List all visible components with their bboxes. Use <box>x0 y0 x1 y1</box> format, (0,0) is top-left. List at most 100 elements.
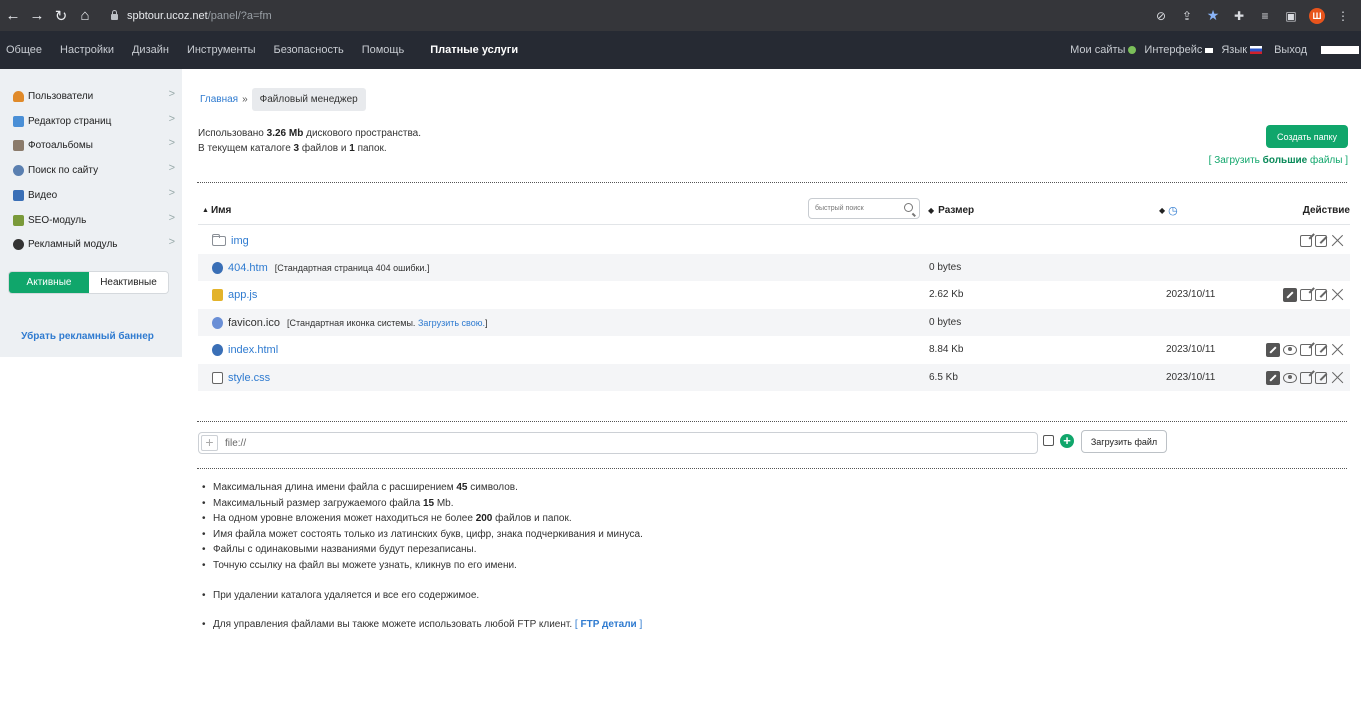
rules-list: Максимальная длина имени файла с расшире… <box>202 480 643 633</box>
file-name-link[interactable]: img <box>231 235 249 247</box>
file-name-link[interactable]: app.js <box>228 289 257 301</box>
bookmark-star-icon[interactable]: ★ <box>1205 7 1221 24</box>
rename-icon[interactable] <box>1315 343 1327 356</box>
share-icon[interactable]: ⇪ <box>1179 8 1195 24</box>
breadcrumb-current: Файловый менеджер <box>251 88 366 111</box>
rename-icon[interactable] <box>1315 234 1327 247</box>
list-item: На одном уровне вложения может находитьс… <box>202 511 643 527</box>
note-bold: 200 <box>475 513 493 525</box>
extensions-icon[interactable]: ✚ <box>1231 8 1247 24</box>
add-field-icon[interactable]: + <box>1060 434 1074 448</box>
menu-settings[interactable]: Настройки <box>60 44 114 56</box>
profile-avatar[interactable]: Ш <box>1309 7 1325 24</box>
seo-icon <box>13 214 24 226</box>
sidebar-item-page-editor[interactable]: Редактор страниц > <box>13 113 177 129</box>
file-upload-field[interactable]: + file:// <box>198 432 1038 454</box>
file-name-link[interactable]: style.css <box>228 372 270 384</box>
chevron-right-icon: > <box>168 212 175 224</box>
column-date-header[interactable]: ◆ ◷ <box>1159 195 1178 225</box>
edit-icon[interactable] <box>1266 370 1280 385</box>
forward-icon[interactable]: → <box>26 5 48 27</box>
rename-icon[interactable] <box>1315 288 1327 301</box>
column-size-label: Размер <box>938 204 975 216</box>
sidebar-item-label: Видео <box>28 189 58 201</box>
open-external-icon[interactable] <box>1300 234 1312 247</box>
interface-link[interactable]: Интерфейс <box>1144 44 1214 56</box>
user-name-box[interactable] <box>1321 46 1359 54</box>
chevron-right-icon: > <box>168 88 175 100</box>
ftp-details-link[interactable]: FTP детали <box>580 619 636 630</box>
menu-tools[interactable]: Инструменты <box>187 44 256 56</box>
reload-icon[interactable]: ↻ <box>50 5 72 27</box>
menu-security[interactable]: Безопасность <box>274 44 344 56</box>
delete-icon[interactable] <box>1330 343 1344 357</box>
eye-off-icon[interactable]: ⊘ <box>1153 8 1169 24</box>
file-size: 0 bytes <box>929 317 962 328</box>
used-space: 3.26 Mb <box>266 128 304 139</box>
file-picker-icon[interactable]: + <box>201 435 218 451</box>
remove-banner-link[interactable]: Убрать рекламный баннер <box>0 331 175 342</box>
globe-icon <box>1128 46 1137 55</box>
delete-icon[interactable] <box>1330 371 1344 385</box>
divider <box>197 182 1347 183</box>
menu-help[interactable]: Помощь <box>362 44 405 56</box>
menu-paid-services[interactable]: Платные услуги <box>430 44 518 56</box>
upload-large-files-link[interactable]: [ Загрузить большие файлы ] <box>1209 155 1348 166</box>
table-row: favicon.ico [Стандартная иконка системы. … <box>198 309 1350 336</box>
exit-link[interactable]: Выход <box>1274 44 1307 56</box>
media-icon[interactable]: ≡ <box>1257 8 1273 24</box>
tab-active[interactable]: Активные <box>9 272 89 293</box>
file-name-link[interactable]: favicon.ico <box>228 317 280 329</box>
list-item: Файлы с одинаковыми названиями будут пер… <box>202 542 643 558</box>
create-folder-button[interactable]: Создать папку <box>1266 125 1348 148</box>
sidebar-item-users[interactable]: Пользователи > <box>13 88 177 104</box>
quick-search-input[interactable]: быстрый поиск <box>808 198 920 219</box>
menu-general[interactable]: Общее <box>6 44 42 56</box>
delete-icon[interactable] <box>1330 234 1344 248</box>
note-text: файлов и папок. <box>495 513 572 525</box>
column-action-header: Действие <box>1302 204 1350 216</box>
my-sites-link[interactable]: Мои сайты <box>1070 44 1137 56</box>
breadcrumb-home[interactable]: Главная <box>200 94 238 105</box>
view-icon[interactable] <box>1283 345 1297 355</box>
sidebar-item-ad-module[interactable]: Рекламный модуль > <box>13 236 177 252</box>
sidebar-item-label: Фотоальбомы <box>28 139 93 151</box>
folder-count: 1 <box>349 143 355 154</box>
language-link[interactable]: Язык <box>1221 44 1263 56</box>
sidebar-item-video[interactable]: Видео > <box>13 187 177 203</box>
url-host: spbtour.ucoz.net <box>127 9 208 22</box>
delete-icon[interactable] <box>1330 288 1344 302</box>
menu-kebab-icon[interactable]: ⋮ <box>1335 8 1351 24</box>
column-size-header[interactable]: ◆ Размер <box>928 195 974 225</box>
upload-option-checkbox[interactable] <box>1043 435 1054 446</box>
chevron-right-icon: > <box>168 162 175 174</box>
file-name-link[interactable]: 404.htm <box>228 262 268 274</box>
split-view-icon[interactable]: ▣ <box>1283 8 1299 24</box>
sidebar-item-photo-albums[interactable]: Фотоальбомы > <box>13 137 177 153</box>
sidebar-item-label: Рекламный модуль <box>28 238 118 250</box>
rename-icon[interactable] <box>1315 371 1327 384</box>
chevron-right-icon: > <box>168 187 175 199</box>
home-icon[interactable]: ⌂ <box>74 5 96 27</box>
sidebar-item-site-search[interactable]: Поиск по сайту > <box>13 162 177 178</box>
address-bar[interactable]: spbtour.ucoz.net/panel/?a=fm <box>110 10 272 22</box>
upload-own-favicon-link[interactable]: Загрузить свою. <box>418 318 485 328</box>
view-icon[interactable] <box>1283 373 1297 383</box>
note-text: символов. <box>470 482 518 493</box>
sidebar-item-seo[interactable]: SEO-модуль > <box>13 212 177 228</box>
file-name-link[interactable]: index.html <box>228 344 278 356</box>
column-name-header[interactable]: ▲ Имя <box>202 195 231 225</box>
open-external-icon[interactable] <box>1300 371 1312 384</box>
tab-inactive[interactable]: Неактивные <box>89 272 168 293</box>
table-row: 404.htm [Стандартная страница 404 ошибки.… <box>198 254 1350 281</box>
list-item: При удалении каталога удаляется и все ег… <box>202 588 643 604</box>
back-icon[interactable]: ← <box>2 5 24 27</box>
upload-file-button[interactable]: Загрузить файл <box>1081 430 1167 453</box>
open-external-icon[interactable] <box>1300 343 1312 356</box>
sort-asc-icon: ▲ <box>202 206 209 214</box>
edit-icon[interactable] <box>1266 342 1280 357</box>
usage-text: В текущем каталоге <box>198 143 291 154</box>
open-external-icon[interactable] <box>1300 288 1312 301</box>
menu-design[interactable]: Дизайн <box>132 44 169 56</box>
edit-icon[interactable] <box>1283 287 1297 302</box>
